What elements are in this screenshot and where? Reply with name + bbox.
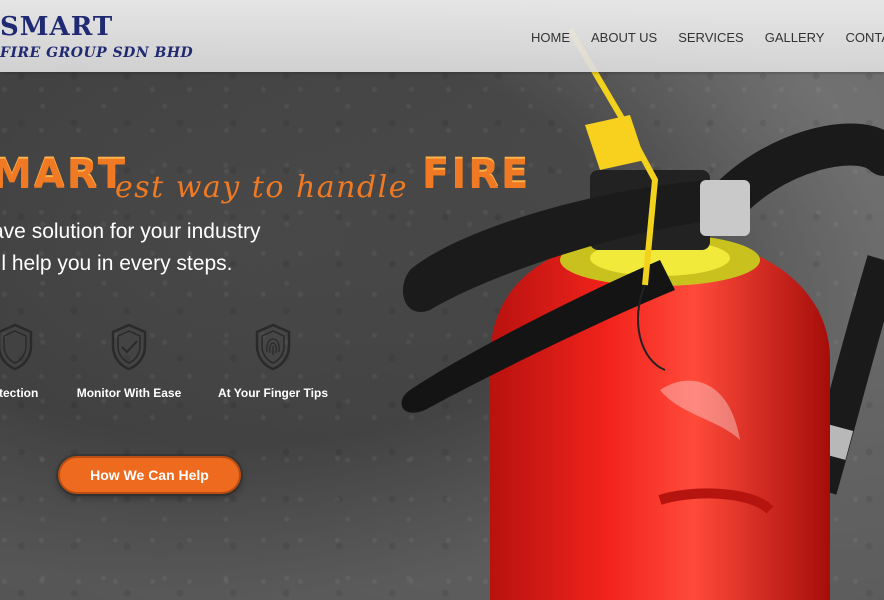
- feature-label: Monitor With Ease: [76, 386, 182, 400]
- shield-check-icon: [111, 323, 147, 371]
- nav-contact[interactable]: CONTACT: [845, 30, 884, 45]
- feature-protection: otection: [0, 322, 50, 400]
- headline-middle-text: est way to handle: [115, 170, 409, 205]
- brand-name[interactable]: SMART: [0, 14, 113, 40]
- feature-label: otection: [0, 386, 39, 400]
- shield-icon: [0, 323, 33, 371]
- feature-monitor-with-ease: Monitor With Ease: [74, 322, 184, 400]
- site-header: SMART FIRE GROUP SDN BHD HOME ABOUT US S…: [0, 0, 884, 72]
- headline-smart-word: MART: [0, 152, 128, 198]
- nav-services[interactable]: SERVICES: [678, 30, 744, 45]
- nav-home[interactable]: HOME: [531, 30, 570, 45]
- feature-label: At Your Finger Tips: [217, 386, 328, 400]
- brand-tagline[interactable]: FIRE GROUP SDN BHD: [0, 45, 193, 61]
- headline-fire-word: FIRE: [422, 152, 531, 198]
- nav-about-us[interactable]: ABOUT US: [591, 30, 657, 45]
- hero-subtitle-line1: ave solution for your industry: [0, 220, 261, 243]
- feature-at-your-finger-tips: At Your Finger Tips: [216, 322, 330, 400]
- shield-fingerprint-icon: [255, 323, 291, 371]
- nav-gallery[interactable]: GALLERY: [765, 30, 825, 45]
- main-nav: HOME ABOUT US SERVICES GALLERY CONTACT: [531, 30, 884, 45]
- hero-headline: MART est way to handle FIRE: [0, 155, 540, 210]
- hero-subtitle-line2: ill help you in every steps.: [0, 252, 233, 275]
- fire-extinguisher-image: [401, 28, 884, 600]
- how-we-can-help-button[interactable]: How We Can Help: [58, 456, 241, 494]
